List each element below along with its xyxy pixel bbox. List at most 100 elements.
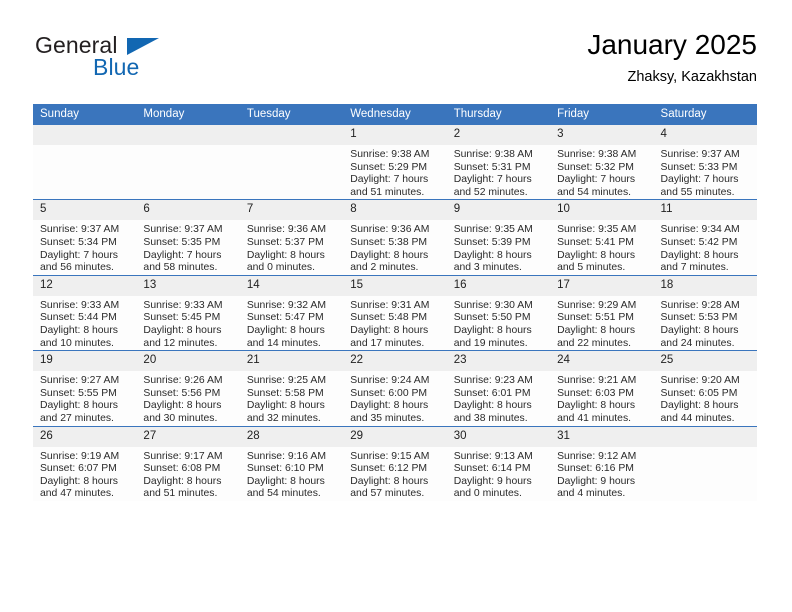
calendar-body: 1 Sunrise: 9:38 AM Sunset: 5:29 PM Daylight… [33,125,757,501]
sunset-text: Sunset: 5:48 PM [350,312,428,324]
day-number: 5 [33,200,137,221]
sunrise-text: Sunrise: 9:36 AM [246,224,326,236]
daylight-text-line2: and 52 minutes. [453,186,528,198]
sunset-text: Sunset: 6:00 PM [350,387,428,399]
daylight-text-line1: Daylight: 8 hours [453,324,532,336]
page-header: General Blue January 2025 Zhaksy, Kazakh… [33,28,757,98]
daylight-text-line1: Daylight: 7 hours [40,249,118,261]
day-sun-info: Sunrise: 9:16 AM Sunset: 6:10 PM Daylight:… [240,447,343,501]
daylight-text-line1: Daylight: 8 hours [143,475,222,487]
sunrise-text: Sunrise: 9:25 AM [246,375,326,387]
weekday-header-sunday: Sunday [33,104,137,125]
sunrise-text: Sunrise: 9:33 AM [143,299,223,311]
sunset-text: Sunset: 5:58 PM [246,387,324,399]
daylight-text-line2: and 56 minutes. [40,262,114,274]
day-number: 18 [653,275,757,296]
day-sun-info: Sunrise: 9:29 AM Sunset: 5:51 PM Daylight:… [550,296,653,350]
calendar-day-cell[interactable]: 20 Sunrise: 9:26 AM Sunset: 5:56 PM Dayligh… [136,350,240,426]
daylight-text-line2: and 3 minutes. [453,262,522,274]
calendar-day-cell[interactable]: 28 Sunrise: 9:16 AM Sunset: 6:10 PM Dayligh… [239,425,344,501]
sunset-text: Sunset: 6:07 PM [40,463,117,475]
daylight-text-line1: Daylight: 8 hours [350,249,429,261]
calendar-day-cell[interactable]: 29 Sunrise: 9:15 AM Sunset: 6:12 PM Dayligh… [343,425,447,501]
day-number: 16 [446,275,551,296]
calendar-day-cell[interactable]: 24 Sunrise: 9:21 AM Sunset: 6:03 PM Dayligh… [550,350,654,426]
calendar-week-row: 12 Sunrise: 9:33 AM Sunset: 5:44 PM Dayligh… [33,274,757,351]
sunset-text: Sunset: 5:35 PM [143,236,221,248]
calendar-day-cell[interactable]: 14 Sunrise: 9:32 AM Sunset: 5:47 PM Dayligh… [239,274,344,351]
calendar-day-cell[interactable]: 18 Sunrise: 9:28 AM Sunset: 5:53 PM Dayligh… [653,274,757,351]
sunrise-text: Sunrise: 9:17 AM [143,450,223,462]
calendar-day-cell[interactable]: 8 Sunrise: 9:36 AM Sunset: 5:38 PM Daylight… [343,199,447,276]
calendar-day-cell[interactable]: 21 Sunrise: 9:25 AM Sunset: 5:58 PM Dayligh… [239,350,344,426]
calendar-day-cell[interactable]: 25 Sunrise: 9:20 AM Sunset: 6:05 PM Dayligh… [653,350,757,426]
calendar-header-row: Sunday Monday Tuesday Wednesday Thursday Frid… [33,104,757,125]
sunset-text: Sunset: 6:08 PM [143,463,221,475]
calendar-day-cell[interactable]: 17 Sunrise: 9:29 AM Sunset: 5:51 PM Dayligh… [550,274,654,351]
calendar-week-row: 26 Sunrise: 9:19 AM Sunset: 6:07 PM Dayligh… [33,425,757,501]
calendar-day-cell[interactable]: 13 Sunrise: 9:33 AM Sunset: 5:45 PM Dayligh… [136,274,240,351]
daylight-text-line1: Daylight: 8 hours [40,324,118,336]
day-sun-info: Sunrise: 9:17 AM Sunset: 6:08 PM Daylight:… [136,447,239,501]
daylight-text-line1: Daylight: 8 hours [40,400,118,412]
sunset-text: Sunset: 5:38 PM [350,236,428,248]
daylight-text-line2: and 17 minutes. [350,337,425,349]
day-sun-info: Sunrise: 9:27 AM Sunset: 5:55 PM Daylight:… [33,371,136,425]
calendar-day-cell[interactable]: 2 Sunrise: 9:38 AM Sunset: 5:31 PM Daylight… [446,125,551,200]
daylight-text-line1: Daylight: 8 hours [453,400,532,412]
calendar-day-cell[interactable]: 4 Sunrise: 9:37 AM Sunset: 5:33 PM Daylight… [653,125,757,200]
daylight-text-line1: Daylight: 7 hours [350,174,429,186]
day-sun-info: Sunrise: 9:20 AM Sunset: 6:05 PM Daylight:… [654,371,757,425]
sunset-text: Sunset: 6:10 PM [246,463,324,475]
calendar-page: General Blue January 2025 Zhaksy, Kazakh… [0,0,792,612]
daylight-text-line2: and 0 minutes. [246,262,316,274]
day-number: 9 [446,200,551,221]
daylight-text-line2: and 4 minutes. [557,488,626,500]
calendar-day-cell[interactable]: 31 Sunrise: 9:12 AM Sunset: 6:16 PM Dayligh… [550,425,654,501]
calendar-day-cell[interactable]: 27 Sunrise: 9:17 AM Sunset: 6:08 PM Dayligh… [136,425,240,501]
calendar-day-cell[interactable]: 9 Sunrise: 9:35 AM Sunset: 5:39 PM Daylight… [446,199,551,276]
sunset-text: Sunset: 5:55 PM [40,387,117,399]
calendar-day-cell[interactable]: 15 Sunrise: 9:31 AM Sunset: 5:48 PM Dayligh… [343,274,447,351]
weekday-header-saturday: Saturday [653,104,757,125]
daylight-text-line2: and 41 minutes. [557,412,632,424]
daylight-text-line1: Daylight: 8 hours [40,475,118,487]
sunset-text: Sunset: 5:34 PM [40,236,117,248]
weekday-header: Sunday Monday Tuesday Wednesday Thursday Frid… [33,104,757,125]
sunset-text: Sunset: 5:50 PM [453,312,531,324]
calendar-day-cell[interactable]: 11 Sunrise: 9:34 AM Sunset: 5:42 PM Dayligh… [653,199,757,276]
day-number: 20 [136,351,240,372]
daylight-text-line2: and 12 minutes. [143,337,218,349]
day-number [653,426,757,447]
calendar-day-cell[interactable]: 1 Sunrise: 9:38 AM Sunset: 5:29 PM Daylight… [343,125,447,200]
calendar-day-cell[interactable]: 30 Sunrise: 9:13 AM Sunset: 6:14 PM Dayligh… [446,425,551,501]
calendar-day-cell[interactable]: 26 Sunrise: 9:19 AM Sunset: 6:07 PM Dayligh… [33,425,137,501]
calendar-day-cell[interactable]: 7 Sunrise: 9:36 AM Sunset: 5:37 PM Daylight… [239,199,344,276]
calendar-day-cell[interactable]: 6 Sunrise: 9:37 AM Sunset: 5:35 PM Daylight… [136,199,240,276]
daylight-text-line1: Daylight: 8 hours [660,249,739,261]
sunrise-text: Sunrise: 9:38 AM [350,149,430,160]
sunset-text: Sunset: 6:05 PM [660,387,738,399]
calendar-day-cell[interactable]: 23 Sunrise: 9:23 AM Sunset: 6:01 PM Dayligh… [446,350,551,426]
calendar-day-cell[interactable]: 19 Sunrise: 9:27 AM Sunset: 5:55 PM Dayligh… [33,350,137,426]
calendar-day-cell[interactable]: 10 Sunrise: 9:35 AM Sunset: 5:41 PM Dayligh… [550,199,654,276]
day-sun-info: Sunrise: 9:35 AM Sunset: 5:41 PM Daylight:… [550,220,653,274]
logo-triangle-icon [127,38,159,55]
calendar-day-cell[interactable]: 16 Sunrise: 9:30 AM Sunset: 5:50 PM Dayligh… [446,274,551,351]
sunrise-text: Sunrise: 9:30 AM [453,299,533,311]
day-number: 4 [653,125,757,145]
sunset-text: Sunset: 5:31 PM [453,161,531,173]
calendar-day-cell[interactable]: 5 Sunrise: 9:37 AM Sunset: 5:34 PM Daylight… [33,199,137,276]
calendar-day-cell[interactable]: 12 Sunrise: 9:33 AM Sunset: 5:44 PM Dayligh… [33,274,137,351]
calendar-day-cell[interactable]: 22 Sunrise: 9:24 AM Sunset: 6:00 PM Dayligh… [343,350,447,426]
calendar-cell-empty [653,425,757,501]
sunset-text: Sunset: 5:47 PM [246,312,324,324]
day-number: 23 [446,351,551,372]
sunset-text: Sunset: 6:16 PM [557,463,634,475]
sunset-text: Sunset: 5:32 PM [557,161,634,173]
daylight-text-line2: and 55 minutes. [660,186,735,198]
day-sun-info: Sunrise: 9:33 AM Sunset: 5:45 PM Daylight:… [136,296,239,350]
day-number: 27 [136,426,240,447]
calendar-day-cell[interactable]: 3 Sunrise: 9:38 AM Sunset: 5:32 PM Daylight… [550,125,654,200]
sunset-text: Sunset: 5:53 PM [660,312,738,324]
